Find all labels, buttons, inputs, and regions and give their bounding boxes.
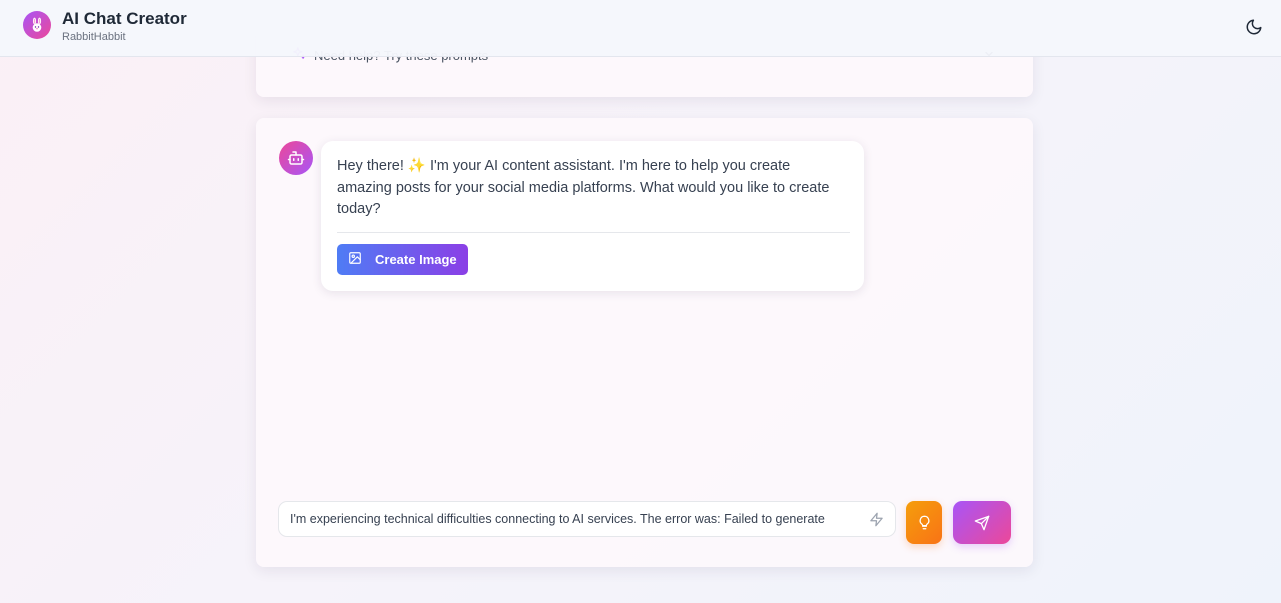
chat-panel: Hey there! ✨ I'm your AI content assista…: [256, 118, 1033, 567]
rabbit-icon: [23, 11, 51, 39]
lightbulb-icon: [919, 515, 929, 530]
bot-icon: [279, 141, 313, 175]
send-button[interactable]: [953, 501, 1011, 544]
top-bar: AI Chat Creator RabbitHabbit: [0, 0, 1281, 57]
app-title: AI Chat Creator: [62, 9, 187, 28]
message-input[interactable]: [290, 510, 852, 528]
create-image-button[interactable]: Create Image: [337, 244, 468, 275]
prompt-ideas-button[interactable]: [906, 501, 942, 544]
theme-toggle-button[interactable]: [1242, 15, 1266, 39]
send-icon: [974, 515, 990, 530]
message-text: Hey there! ✨ I'm your AI content assista…: [337, 158, 830, 217]
assistant-message: Hey there! ✨ I'm your AI content assista…: [321, 141, 864, 291]
message-input-container[interactable]: [278, 501, 896, 537]
image-icon: [348, 251, 362, 268]
moon-icon: [1246, 19, 1262, 35]
app-subtitle: RabbitHabbit: [62, 31, 126, 43]
message-divider: [337, 232, 850, 233]
create-image-label: Create Image: [375, 252, 457, 267]
bolt-icon[interactable]: [869, 512, 884, 532]
